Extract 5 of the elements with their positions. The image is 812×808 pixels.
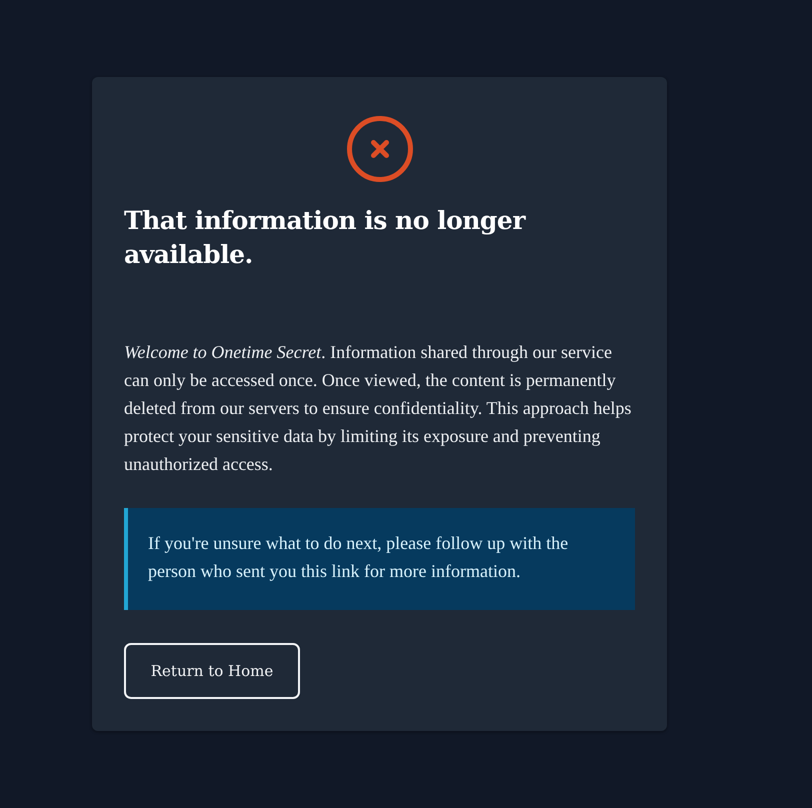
return-home-button[interactable]: Return to Home xyxy=(124,643,300,699)
page-heading: That information is no longer available. xyxy=(124,205,527,271)
error-circle-icon xyxy=(346,116,412,182)
welcome-paragraph: Welcome to Onetime Secret. Information shared through our service can only be accessed once. Once viewed, the content is permanently deleted from our servers to ensure confidentiality. This approach helps protect your sensitive data by limiting its exposure and preventing unauthorized access. xyxy=(124,341,632,476)
info-notice: If you're unsure what to do next, please follow up with the person who sent you this link for more information. xyxy=(124,508,635,610)
